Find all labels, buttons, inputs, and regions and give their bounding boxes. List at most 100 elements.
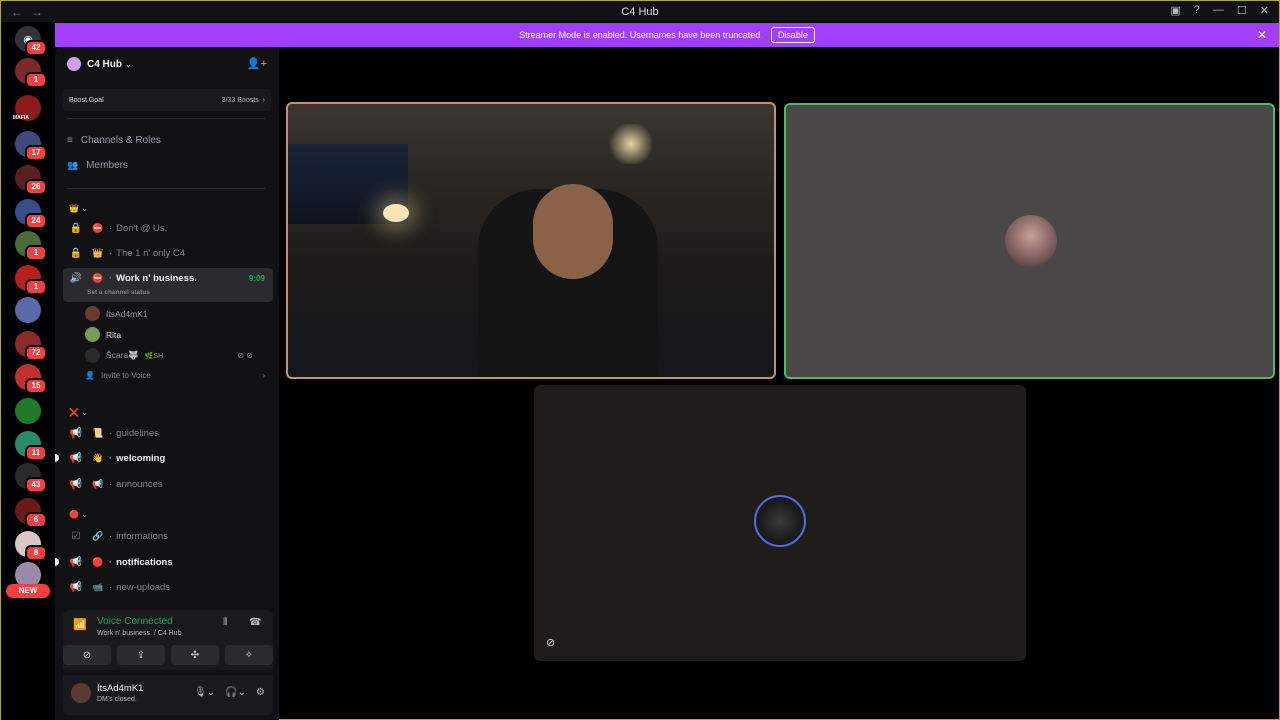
- server-icon[interactable]: 72: [15, 331, 47, 361]
- server-icon[interactable]: 15: [15, 364, 47, 394]
- headphones-icon[interactable]: 🎧⌄: [225, 687, 246, 698]
- voice-user[interactable]: Šcara🐺 🌿SH ⊘ ⊘: [85, 348, 265, 363]
- channel-name: guidelines: [116, 427, 159, 439]
- unread-indicator: [55, 454, 59, 462]
- server-icon[interactable]: 11: [15, 431, 47, 461]
- text-channel[interactable]: 📢 📢 · announces: [63, 473, 273, 495]
- server-icon[interactable]: [15, 297, 41, 323]
- chandelier: [606, 124, 656, 164]
- invite-to-voice[interactable]: 👤 Invite to Voice ›: [85, 371, 265, 380]
- server-badge: 72: [25, 345, 47, 361]
- text-channel[interactable]: ☑ 🔗 · informations: [63, 525, 273, 547]
- divider: [67, 188, 265, 189]
- server-icon[interactable]: 26: [15, 165, 47, 195]
- text-channel[interactable]: 📢 📹 · new-uploads: [63, 576, 273, 598]
- server-icon[interactable]: 8: [15, 531, 47, 561]
- video-tile-camera[interactable]: [286, 102, 776, 379]
- channels-roles-label: Channels & Roles: [80, 135, 161, 146]
- camera-toggle-button[interactable]: ⊘: [63, 645, 111, 665]
- server-icon[interactable]: 43: [15, 463, 47, 493]
- voice-channel-active[interactable]: 🔊 ⛔ · Work n' business. 9:09 Set a chann…: [63, 268, 273, 302]
- video-tile-participant[interactable]: ⊘: [534, 385, 1026, 661]
- close-button[interactable]: ✕: [1260, 4, 1269, 17]
- speaker-icon: 🔊: [69, 273, 83, 284]
- channel-timer: 9:09: [248, 274, 265, 283]
- server-icon[interactable]: 1: [15, 58, 47, 88]
- separator-dot: ·: [109, 581, 113, 593]
- screen-share-button[interactable]: ⇪: [117, 645, 165, 665]
- banner-close-icon[interactable]: ✕: [1257, 28, 1267, 42]
- voice-actions: ⊘ ⇪ ✣ ✧: [63, 645, 273, 665]
- channel-name: new-uploads: [116, 581, 171, 593]
- microphone-icon[interactable]: 🎙⌄: [194, 687, 215, 698]
- camera-off-icon: ⊘: [546, 637, 556, 649]
- channel-name: notifications: [116, 556, 173, 568]
- channel-emoji: 📹: [92, 581, 104, 592]
- participant-avatar: [1005, 215, 1057, 267]
- inbox-icon[interactable]: ▣: [1170, 4, 1180, 17]
- video-tile-participant[interactable]: [784, 103, 1275, 379]
- members-item[interactable]: 👥 Members: [67, 160, 128, 171]
- channel-emoji: 🔗: [92, 530, 104, 541]
- text-channel[interactable]: 📢 📜 · guidelines: [63, 422, 273, 444]
- lock-icon: 🔒: [69, 247, 83, 259]
- voice-channel[interactable]: 🔒 👑 · The 1 n' only C4: [63, 242, 273, 264]
- channel-status[interactable]: Set a channel status: [87, 289, 150, 296]
- category-header[interactable]: 🔴 ⌄: [69, 510, 88, 519]
- crown-icon: 👑: [69, 204, 79, 213]
- megaphone-icon: 📢: [69, 427, 83, 439]
- minimize-button[interactable]: —: [1213, 4, 1224, 17]
- text-channel-unread[interactable]: 📢 👋 · welcoming: [55, 447, 273, 469]
- voice-user[interactable]: ItsAd4mK1: [85, 306, 148, 321]
- signal-icon[interactable]: 📶: [73, 618, 87, 631]
- home-button[interactable]: ◉ 42: [15, 26, 47, 56]
- user-name[interactable]: ItsAd4mK1: [97, 683, 143, 694]
- user-panel: ItsAd4mK1 DM's closed. 🎙⌄ 🎧⌄ ⚙: [63, 675, 273, 715]
- activities-button[interactable]: ✣: [171, 645, 219, 665]
- chevron-down-icon: ⌄: [81, 408, 88, 417]
- back-arrow-icon[interactable]: ←: [11, 5, 23, 19]
- unread-indicator: [55, 558, 59, 566]
- voice-user-name: Šcara🐺: [106, 350, 139, 360]
- avatar: [85, 327, 100, 342]
- disconnect-icon[interactable]: ☎: [249, 617, 261, 628]
- boost-goal-bar[interactable]: Boost Goal 3/33 Boosts ›: [63, 89, 271, 111]
- server-badge: 43: [25, 477, 47, 493]
- voice-user[interactable]: Rita: [85, 327, 121, 342]
- soundboard-button[interactable]: ✧: [225, 645, 273, 665]
- channel-emoji: ⛔: [92, 273, 104, 283]
- guild-header[interactable]: C4 Hub ⌄ 👤+: [55, 47, 279, 81]
- category-header[interactable]: ❌ ⌄: [69, 408, 88, 417]
- server-icon[interactable]: 6: [15, 498, 47, 528]
- forward-arrow-icon[interactable]: →: [31, 5, 43, 19]
- add-member-icon[interactable]: 👤+: [247, 57, 267, 70]
- category-header[interactable]: 👑 ⌄: [69, 204, 88, 213]
- server-icon[interactable]: 24: [15, 199, 47, 229]
- user-avatar[interactable]: [71, 683, 91, 703]
- separator-dot: ·: [109, 273, 113, 284]
- server-rail: ◉ 42 1 MAFIA 17 26 24 1 1 72 15 11 43 6 …: [1, 22, 55, 720]
- maximize-button[interactable]: ☐: [1237, 4, 1247, 17]
- server-icon[interactable]: 1: [15, 265, 47, 295]
- channels-roles-item[interactable]: ≡ Channels & Roles: [67, 135, 161, 146]
- voice-channel[interactable]: 🔒 ⛔ · Don't @ Us.: [63, 217, 273, 239]
- text-channel-unread[interactable]: 📢 🔴 · notifications: [55, 551, 273, 573]
- noise-suppression-icon[interactable]: ⦀: [223, 617, 227, 628]
- voice-user-name: Rita: [106, 329, 122, 340]
- server-icon[interactable]: [15, 398, 41, 424]
- server-badge: 1: [25, 245, 47, 261]
- soundboard-icon: ✧: [244, 649, 254, 661]
- server-icon[interactable]: 1: [15, 231, 47, 261]
- chevron-down-icon: ⌄: [81, 510, 88, 519]
- banner-text: Streamer Mode is enabled. Usernames have…: [519, 30, 763, 40]
- gear-icon[interactable]: ⚙: [256, 687, 265, 698]
- separator-dot: ·: [109, 478, 113, 490]
- server-badge: 1: [25, 72, 47, 88]
- activities-icon: ✣: [190, 649, 200, 661]
- server-icon[interactable]: MAFIA: [13, 95, 41, 121]
- disable-button[interactable]: Disable: [770, 27, 815, 43]
- help-icon[interactable]: ?: [1194, 4, 1200, 17]
- megaphone-icon: 📢: [69, 556, 83, 568]
- server-icon[interactable]: 17: [15, 131, 47, 161]
- voice-connected-channel[interactable]: Work n' business. / C4 Hub: [97, 630, 181, 637]
